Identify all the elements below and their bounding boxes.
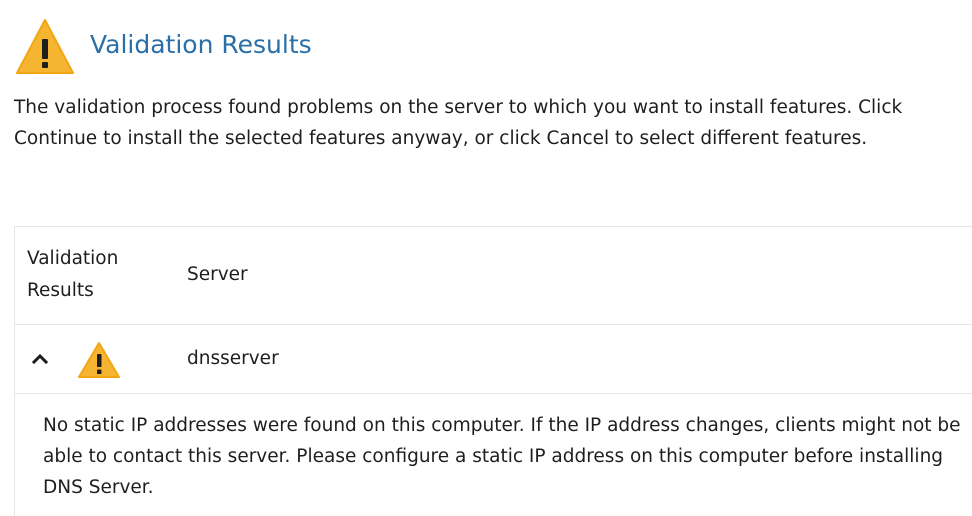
validation-description: The validation process found problems on… <box>14 97 903 149</box>
column-header-validation-results[interactable]: Validation Results <box>27 243 167 307</box>
table-header: Validation Results Server <box>14 226 972 324</box>
validation-message: No static IP addresses were found on thi… <box>43 415 961 498</box>
page-title: Validation Results <box>90 29 312 59</box>
warning-icon <box>16 19 74 74</box>
page-header: Validation Results <box>14 14 312 80</box>
server-name: dnsserver <box>187 348 279 369</box>
validation-results-page: Validation Results The validation proces… <box>0 0 972 516</box>
validation-results-table: Validation Results Server dnsserver No s… <box>14 226 972 516</box>
validation-detail: No static IP addresses were found on thi… <box>14 394 972 516</box>
table-row[interactable]: dnsserver <box>14 324 972 394</box>
chevron-up-icon[interactable] <box>31 351 49 365</box>
column-header-server[interactable]: Server <box>187 259 248 291</box>
warning-icon <box>78 342 120 378</box>
